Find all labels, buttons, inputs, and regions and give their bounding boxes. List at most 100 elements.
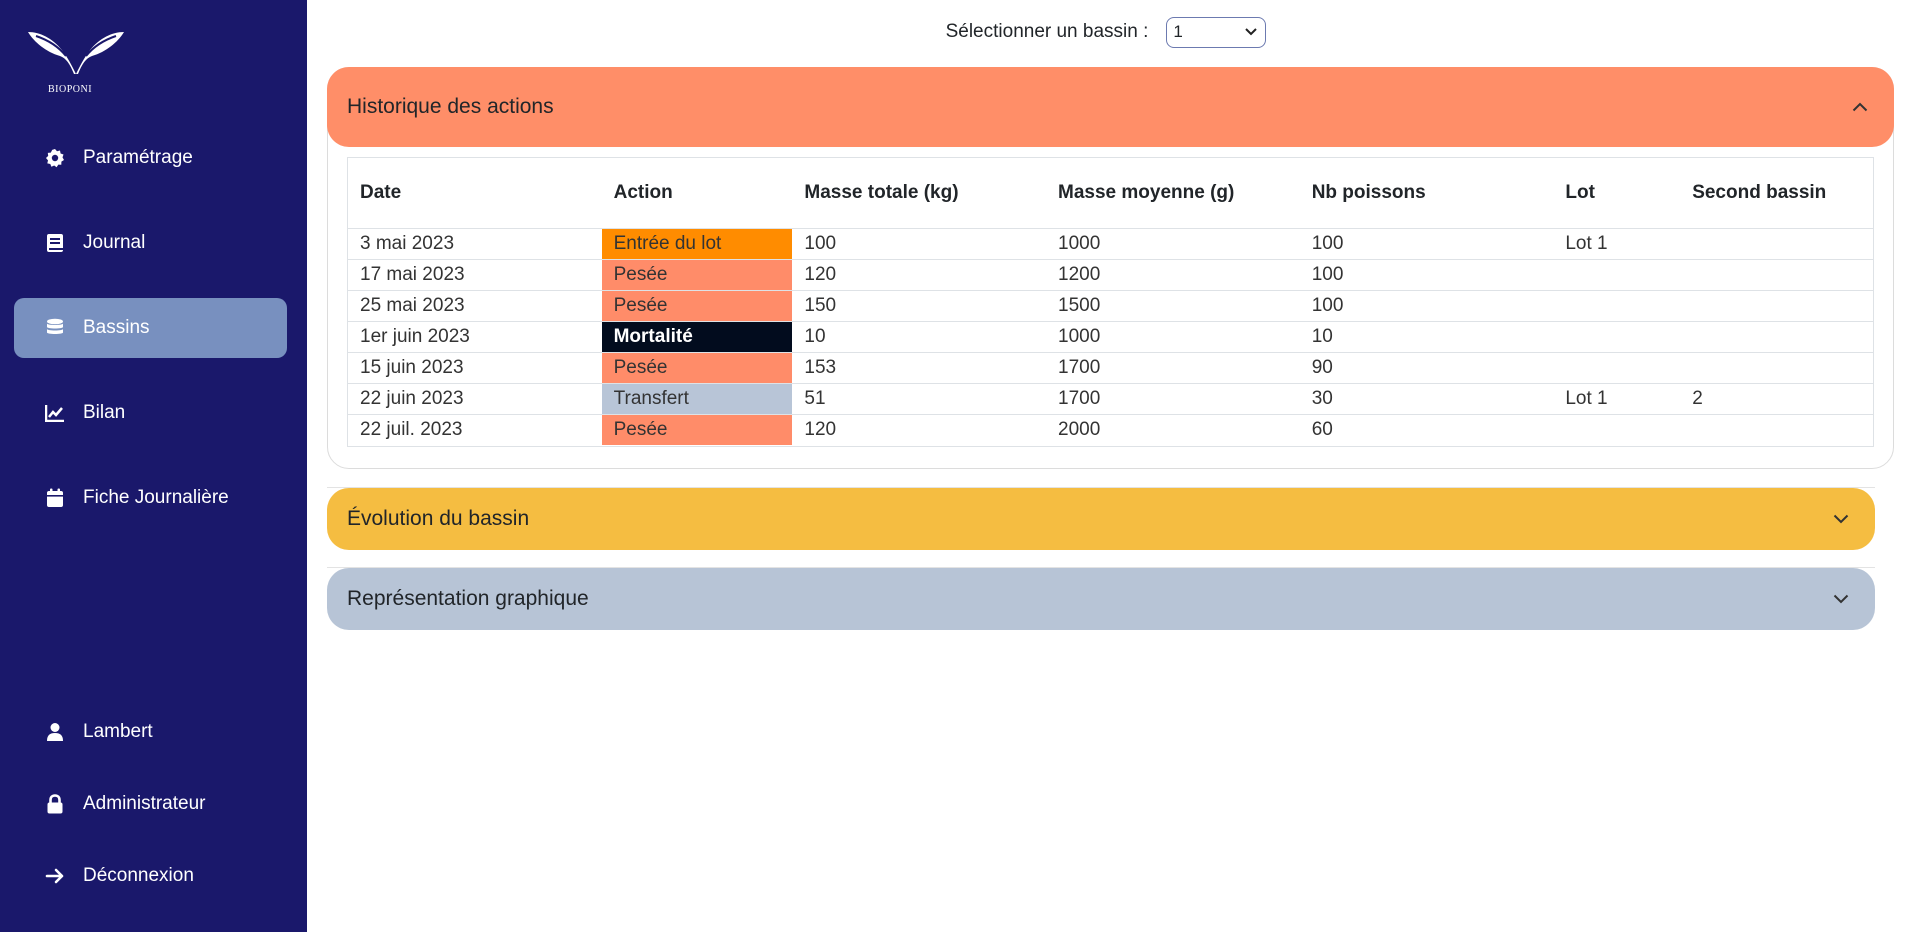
cell-masse-totale: 153 [792,352,1047,384]
history-table: Date Action Masse totale (kg) Masse moye… [348,158,1873,445]
cell-masse-totale: 51 [792,383,1047,415]
table-row: 17 mai 2023 Pesée 120 1200 100 [348,259,1873,291]
cell-nb-poissons: 100 [1299,259,1554,291]
table-header-row: Date Action Masse totale (kg) Masse moye… [348,158,1873,229]
cell-second-bassin [1680,321,1873,353]
cell-second-bassin [1680,259,1873,291]
cell-second-bassin [1680,414,1873,445]
cell-date: 22 juin 2023 [348,383,602,415]
column-header-action[interactable]: Action [601,158,793,229]
cell-action: Pesée [601,290,793,322]
basin-selector-label: Sélectionner un bassin : [945,21,1149,42]
cell-second-bassin [1680,228,1873,260]
chevron-down-icon [1245,28,1258,36]
cell-lot: Lot 1 [1553,383,1681,415]
cell-masse-moyenne: 1000 [1046,321,1300,353]
column-header-date[interactable]: Date [348,158,602,229]
cell-nb-poissons: 100 [1299,290,1554,322]
basin-selector-row: Sélectionner un bassin : 1 [307,16,1905,48]
sidebar-item-label: Lambert [83,721,153,742]
arrow-right-icon [45,866,65,886]
cell-date: 1er juin 2023 [348,321,602,353]
column-header-masse-totale[interactable]: Masse totale (kg) [792,158,1047,229]
cell-lot: Lot 1 [1553,228,1681,260]
sidebar-item-lambert[interactable]: Lambert [14,702,287,762]
table-row: 22 juil. 2023 Pesée 120 2000 60 [348,414,1873,445]
cell-date: 25 mai 2023 [348,290,602,322]
cell-action: Mortalité [601,321,793,353]
cell-masse-moyenne: 1200 [1046,259,1300,291]
sidebar-item-label: Déconnexion [83,865,194,886]
cell-action: Entrée du lot [601,228,793,260]
history-table-wrapper: Date Action Masse totale (kg) Masse moye… [347,157,1874,447]
cell-nb-poissons: 30 [1299,383,1554,415]
cell-lot [1553,259,1681,291]
sidebar-item-parametrage[interactable]: Paramétrage [14,128,287,188]
cell-action: Transfert [601,383,793,415]
sidebar-item-bassins[interactable]: Bassins [14,298,287,358]
cell-date: 3 mai 2023 [348,228,602,260]
calendar-icon [45,488,65,508]
cell-nb-poissons: 60 [1311,418,1333,440]
history-accordion-header[interactable]: Historique des actions [327,67,1894,147]
cell-date: 22 juil. 2023 [360,418,463,440]
lock-icon [45,794,65,814]
gear-icon [45,148,65,168]
graph-title: Représentation graphique [347,587,589,610]
user-icon [45,722,65,742]
cell-date: 15 juin 2023 [348,352,602,384]
logo-text: BIOPONI [48,84,93,95]
column-header-nb-poissons[interactable]: Nb poissons [1299,158,1554,229]
cell-nb-poissons: 100 [1299,228,1554,260]
cell-lot [1553,352,1681,384]
sidebar-item-journal[interactable]: Journal [14,213,287,273]
whale-tail-icon [28,32,124,74]
sidebar: BIOPONI Paramétrage Journal Bassins Bila… [0,0,307,932]
sidebar-item-label: Paramétrage [83,147,193,168]
bioponi-logo[interactable]: BIOPONI [26,28,126,100]
sidebar-item-administrateur[interactable]: Administrateur [14,774,287,834]
table-row: 15 juin 2023 Pesée 153 1700 90 [348,352,1873,384]
cell-masse-moyenne: 1000 [1046,228,1300,260]
database-icon [45,318,65,338]
book-icon [45,233,65,253]
history-title: Historique des actions [347,95,554,118]
sidebar-item-bilan[interactable]: Bilan [14,383,287,443]
cell-masse-totale: 120 [804,418,837,440]
cell-lot [1553,290,1681,322]
cell-nb-poissons: 90 [1299,352,1554,384]
sidebar-item-deconnexion[interactable]: Déconnexion [14,846,287,906]
basin-select-value: 1 [1173,22,1183,41]
cell-second-bassin [1680,352,1873,384]
graph-accordion-header[interactable]: Représentation graphique [327,568,1875,630]
evolution-accordion-header[interactable]: Évolution du bassin [327,488,1875,550]
table-row: 1er juin 2023 Mortalité 10 1000 10 [348,321,1873,353]
table-row: 22 juin 2023 Transfert 51 1700 30 Lot 12 [348,383,1873,415]
cell-date: 17 mai 2023 [348,259,602,291]
cell-second-bassin: 2 [1680,383,1873,415]
chart-line-icon [45,403,65,423]
column-header-second-bassin[interactable]: Second bassin [1680,158,1873,229]
cell-action: Pesée [601,414,793,445]
evolution-title: Évolution du bassin [347,507,530,530]
sidebar-item-label: Journal [83,232,146,253]
cell-second-bassin [1680,290,1873,322]
cell-masse-moyenne: 1700 [1046,383,1300,415]
cell-masse-moyenne: 2000 [1058,418,1101,440]
cell-nb-poissons: 10 [1299,321,1554,353]
column-header-masse-moyenne[interactable]: Masse moyenne (g) [1046,158,1300,229]
cell-masse-moyenne: 1500 [1046,290,1300,322]
sidebar-item-fiche-journaliere[interactable]: Fiche Journalière [14,468,287,528]
cell-masse-totale: 120 [792,259,1047,291]
table-row: 3 mai 2023 Entrée du lot 100 1000 100 Lot 1 [348,228,1873,260]
cell-masse-moyenne: 1700 [1046,352,1300,384]
chevron-down-icon [1833,594,1849,604]
table-row: 25 mai 2023 Pesée 150 1500 100 [348,290,1873,322]
column-header-lot[interactable]: Lot [1553,158,1681,229]
sidebar-item-label: Administrateur [83,793,206,814]
cell-masse-totale: 10 [792,321,1047,353]
sidebar-item-label: Bassins [83,317,150,338]
cell-action: Pesée [601,259,793,291]
chevron-up-icon [1852,102,1868,112]
basin-select[interactable]: 1 [1166,16,1267,48]
